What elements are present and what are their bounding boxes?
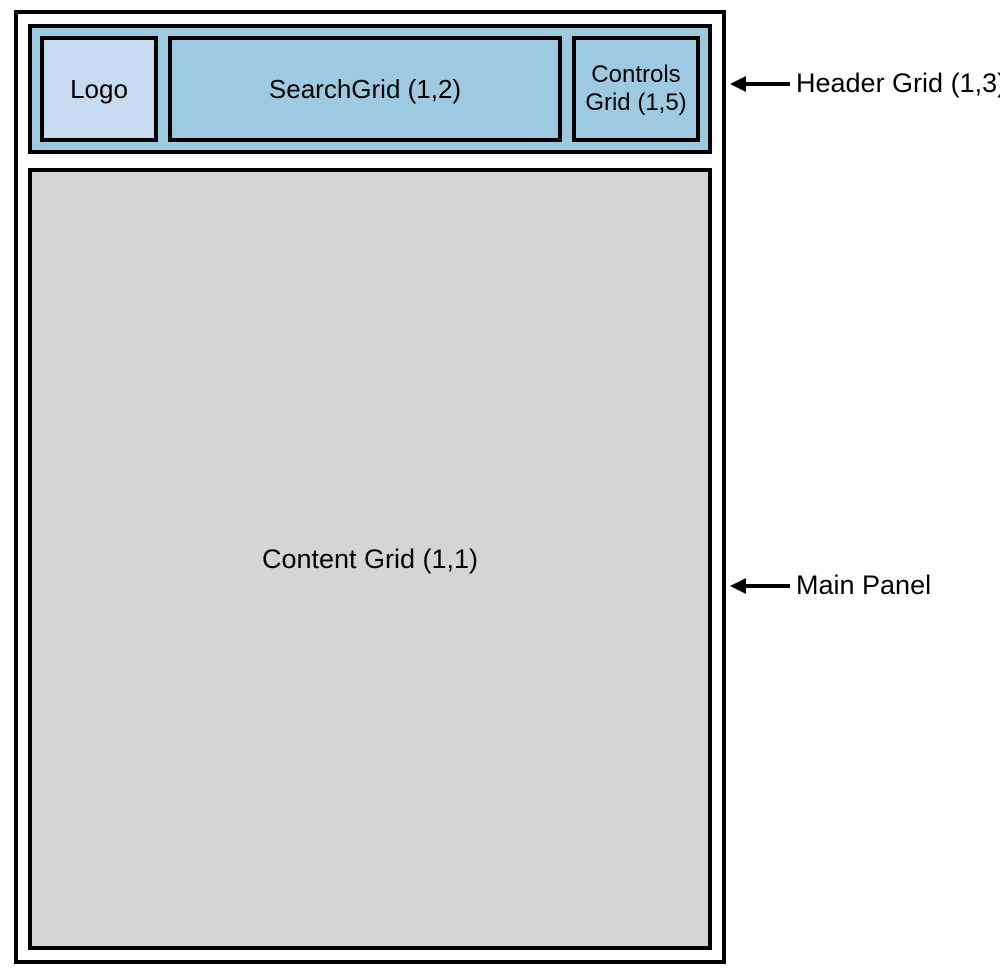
content-grid-label: Content Grid (1,1) xyxy=(262,544,478,575)
controls-grid-box: Controls Grid (1,5) xyxy=(572,36,700,142)
annotation-main-panel: Main Panel xyxy=(730,570,931,601)
main-panel: Logo SearchGrid (1,2) Controls Grid (1,5… xyxy=(14,10,726,964)
arrow-left-icon xyxy=(730,74,790,94)
arrow-left-icon xyxy=(730,576,790,596)
header-grid: Logo SearchGrid (1,2) Controls Grid (1,5… xyxy=(28,24,712,154)
controls-grid-label: Controls Grid (1,5) xyxy=(585,61,686,116)
annotation-main-label: Main Panel xyxy=(796,570,931,601)
annotation-header-grid: Header Grid (1,3) xyxy=(730,68,1000,99)
content-grid: Content Grid (1,1) xyxy=(28,168,712,950)
logo-box: Logo xyxy=(40,36,158,142)
annotation-header-label: Header Grid (1,3) xyxy=(796,68,1000,99)
search-grid-box: SearchGrid (1,2) xyxy=(168,36,562,142)
search-grid-label: SearchGrid (1,2) xyxy=(269,74,461,105)
logo-label: Logo xyxy=(70,74,128,105)
